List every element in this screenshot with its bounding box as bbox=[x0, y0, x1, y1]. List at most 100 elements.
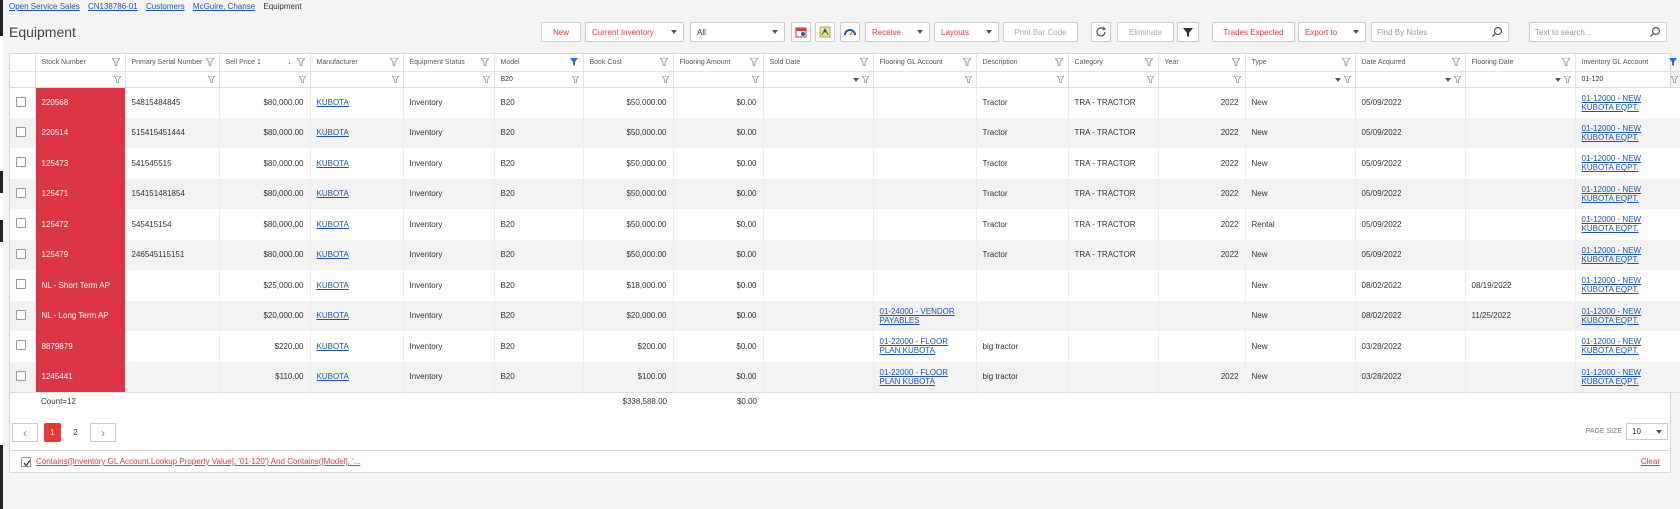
filter-icon[interactable] bbox=[207, 75, 215, 83]
next-page-button[interactable]: › bbox=[90, 423, 116, 442]
column-header-status[interactable]: Equipment Status bbox=[403, 54, 495, 72]
igl-link[interactable]: 01-12000 - NEW KUBOTA EQPT. bbox=[1582, 368, 1642, 386]
filter-icon[interactable] bbox=[480, 58, 489, 66]
mfr-link[interactable]: KUBOTA bbox=[317, 250, 349, 259]
filter-icon[interactable] bbox=[113, 75, 121, 83]
filter-icon[interactable] bbox=[1146, 75, 1154, 83]
filter-icon[interactable] bbox=[859, 58, 868, 66]
page-1-button[interactable]: 1 bbox=[44, 423, 61, 442]
fgl-link[interactable]: 01-22000 - FLOOR PLAN KUBOTA bbox=[880, 368, 948, 386]
filter-cell[interactable] bbox=[1158, 71, 1246, 88]
trades-expected-button[interactable]: Trades Expected bbox=[1212, 22, 1295, 42]
calendar-button[interactable] bbox=[791, 22, 811, 42]
eliminate-button[interactable]: Eliminate bbox=[1117, 22, 1174, 42]
row-checkbox[interactable] bbox=[16, 187, 26, 198]
igl-link[interactable]: 01-12000 - NEW KUBOTA EQPT. bbox=[1582, 154, 1642, 172]
chevron-down-icon[interactable] bbox=[1334, 77, 1341, 82]
filter-icon[interactable] bbox=[1231, 58, 1240, 66]
current-inventory-dropdown[interactable]: Current Inventory bbox=[585, 22, 684, 42]
filter-cell[interactable] bbox=[583, 71, 674, 88]
filter-icon[interactable] bbox=[1144, 58, 1153, 66]
breadcrumb-link[interactable]: Customers bbox=[146, 2, 185, 11]
table-row[interactable]: NL - Long Term AP $20,000.00 KUBOTA Invento… bbox=[10, 300, 1680, 331]
row-checkbox[interactable] bbox=[16, 340, 26, 351]
filter-cell[interactable] bbox=[1355, 71, 1466, 88]
filter-icon[interactable] bbox=[1343, 75, 1351, 83]
breadcrumb-link[interactable]: McGuire, Chanse bbox=[193, 2, 255, 11]
filter-cell[interactable] bbox=[310, 71, 404, 88]
column-header-type[interactable]: Type bbox=[1245, 54, 1356, 72]
clear-filter-link[interactable]: Clear bbox=[1641, 457, 1660, 466]
table-row[interactable]: 220514 515415451444 $80,000.00 KUBOTA Invent… bbox=[10, 117, 1680, 148]
filter-icon[interactable] bbox=[391, 75, 399, 83]
mfr-link[interactable]: KUBOTA bbox=[317, 372, 349, 381]
filter-icon[interactable] bbox=[1561, 58, 1570, 66]
filter-cell[interactable] bbox=[1245, 71, 1356, 88]
sort-desc-icon[interactable]: ↓ bbox=[288, 57, 292, 66]
filter-icon[interactable] bbox=[1451, 58, 1460, 66]
fgl-link[interactable]: 01-24000 - VENDOR PAYABLES bbox=[880, 307, 955, 325]
filter-cell[interactable] bbox=[673, 71, 764, 88]
igl-link[interactable]: 01-12000 - NEW KUBOTA EQPT. bbox=[1582, 124, 1642, 142]
table-row[interactable]: 125471 154151481854 $80,000.00 KUBOTA Invent… bbox=[10, 178, 1680, 209]
filter-icon[interactable] bbox=[482, 75, 490, 83]
column-header-acq[interactable]: Date Acquired bbox=[1355, 54, 1466, 72]
mfr-link[interactable]: KUBOTA bbox=[317, 342, 349, 351]
igl-link[interactable]: 01-12000 - NEW KUBOTA EQPT. bbox=[1582, 94, 1642, 112]
mfr-link[interactable]: KUBOTA bbox=[317, 311, 349, 320]
prev-page-button[interactable]: ‹ bbox=[12, 423, 38, 442]
mfr-link[interactable]: KUBOTA bbox=[317, 220, 349, 229]
igl-link[interactable]: 01-12000 - NEW KUBOTA EQPT. bbox=[1582, 215, 1642, 233]
column-header-sold[interactable]: Sold Date bbox=[763, 54, 874, 72]
print-bar-code-button[interactable]: Print Bar Code bbox=[1003, 22, 1078, 42]
filter-icon[interactable] bbox=[659, 58, 668, 66]
row-checkbox[interactable] bbox=[16, 309, 26, 320]
filter-icon[interactable] bbox=[1341, 58, 1350, 66]
igl-link[interactable]: 01-12000 - NEW KUBOTA EQPT. bbox=[1582, 246, 1642, 264]
filter-icon[interactable] bbox=[298, 75, 306, 83]
table-row[interactable]: 125473 541545515 $80,000.00 KUBOTA Inventory… bbox=[10, 148, 1680, 179]
igl-link[interactable]: 01-12000 - NEW KUBOTA EQPT. bbox=[1582, 276, 1642, 294]
filter-cell[interactable] bbox=[125, 71, 220, 88]
column-header-igl[interactable]: Inventory GL Account bbox=[1575, 54, 1680, 72]
row-checkbox[interactable] bbox=[16, 370, 26, 381]
chevron-down-icon[interactable] bbox=[1444, 77, 1451, 82]
filter-icon[interactable] bbox=[964, 75, 972, 83]
igl-link[interactable]: 01-12000 - NEW KUBOTA EQPT. bbox=[1582, 185, 1642, 203]
dashboard-button[interactable] bbox=[840, 22, 860, 42]
filter-cell[interactable] bbox=[1465, 71, 1576, 88]
column-header-cat[interactable]: Category bbox=[1068, 54, 1159, 72]
table-row[interactable]: 8879879 $220.00 KUBOTA Inventory B20 $200.00 $… bbox=[10, 331, 1680, 362]
filter-icon[interactable] bbox=[1670, 75, 1678, 83]
filter-cell[interactable] bbox=[219, 71, 311, 88]
text-search-input[interactable]: Text to search... bbox=[1529, 22, 1667, 42]
filter-icon[interactable] bbox=[861, 75, 869, 83]
fgl-link[interactable]: 01-22000 - FLOOR PLAN KUBOTA bbox=[880, 337, 948, 355]
filter-cell[interactable] bbox=[1068, 71, 1159, 88]
filter-icon[interactable] bbox=[749, 58, 758, 66]
filter-icon[interactable] bbox=[205, 58, 214, 66]
filter-icon[interactable] bbox=[1563, 75, 1571, 83]
filter-icon[interactable] bbox=[962, 58, 971, 66]
chevron-down-icon[interactable] bbox=[852, 77, 859, 82]
filter-icon[interactable] bbox=[661, 75, 669, 83]
igl-link[interactable]: 01-12000 - NEW KUBOTA EQPT. bbox=[1582, 307, 1642, 325]
page-size-dropdown[interactable]: 10 bbox=[1626, 423, 1668, 440]
column-header-cost[interactable]: Book Cost bbox=[583, 54, 674, 72]
igl-link[interactable]: 01-12000 - NEW KUBOTA EQPT. bbox=[1582, 337, 1642, 355]
map-button[interactable] bbox=[815, 22, 835, 42]
row-checkbox[interactable] bbox=[16, 157, 26, 168]
filter-expression-link[interactable]: Contains([Inventory GL Account.Lookup Pr… bbox=[36, 457, 360, 466]
filter-cell[interactable]: B20 bbox=[494, 71, 584, 88]
row-checkbox[interactable] bbox=[16, 248, 26, 259]
layouts-dropdown[interactable]: Layouts bbox=[934, 22, 999, 42]
filter-cell[interactable]: 01-120 bbox=[1575, 71, 1680, 88]
column-header-year[interactable]: Year bbox=[1158, 54, 1246, 72]
row-checkbox[interactable] bbox=[16, 126, 26, 137]
receive-dropdown[interactable]: Receive bbox=[865, 22, 930, 42]
row-checkbox[interactable] bbox=[16, 96, 26, 107]
filter-cell[interactable] bbox=[873, 71, 977, 88]
filter-icon[interactable] bbox=[1453, 75, 1461, 83]
column-header-price[interactable]: Sell Price 1 ↓ bbox=[219, 54, 311, 72]
table-row[interactable]: 125472 545415154 $80,000.00 KUBOTA Inventory… bbox=[10, 209, 1680, 240]
